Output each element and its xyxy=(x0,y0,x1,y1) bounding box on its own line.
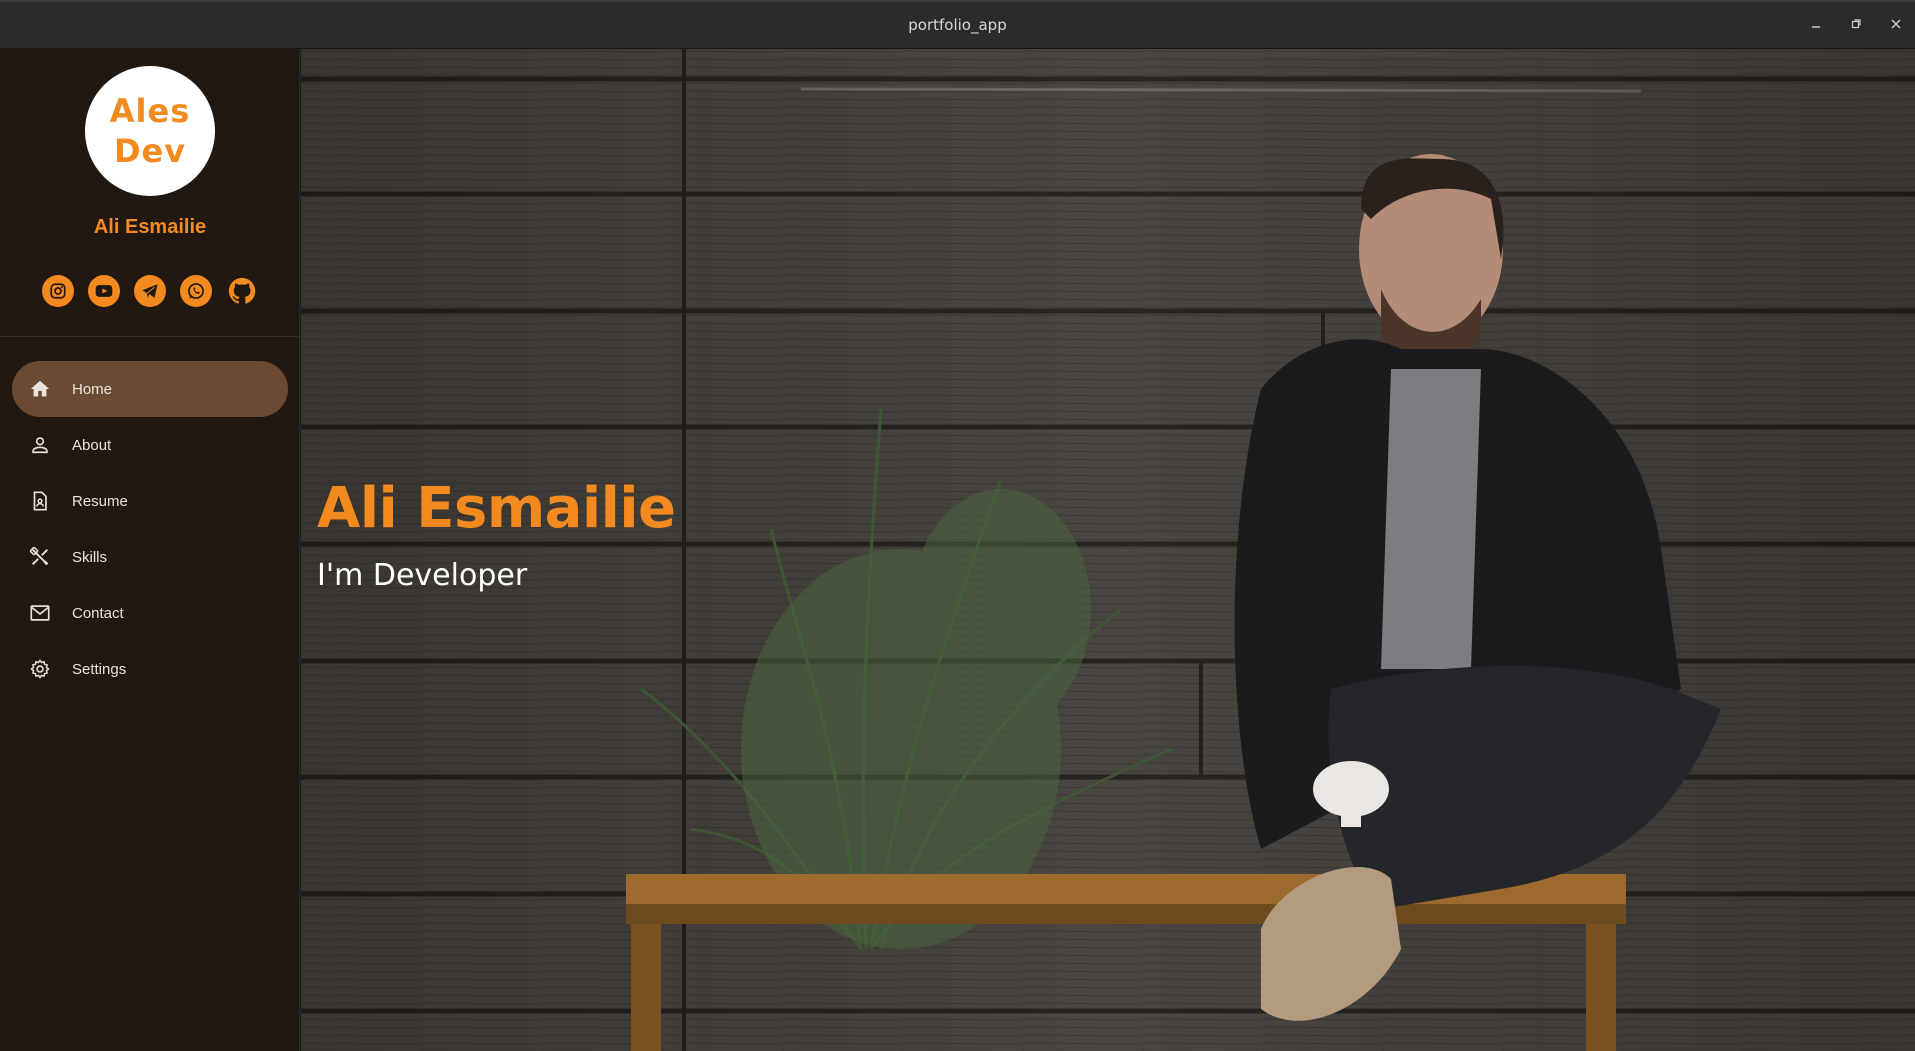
skills-icon xyxy=(28,545,52,569)
nav-item-skills[interactable]: Skills xyxy=(12,529,288,585)
logo[interactable]: Ales Dev xyxy=(85,66,215,196)
close-button[interactable] xyxy=(1885,14,1907,36)
minimize-icon xyxy=(1812,26,1820,28)
nav-item-about[interactable]: About xyxy=(12,417,288,473)
sidebar-divider xyxy=(0,336,300,337)
nav-item-settings[interactable]: Settings xyxy=(12,641,288,697)
nav-label-about: About xyxy=(72,436,112,454)
restore-icon xyxy=(1851,19,1861,29)
window-title: portfolio_app xyxy=(908,16,1007,34)
whatsapp-icon xyxy=(188,283,204,299)
close-icon xyxy=(1891,19,1901,29)
mail-icon xyxy=(28,601,52,625)
youtube-icon xyxy=(95,285,113,297)
hero-subtitle: I'm Developer xyxy=(317,558,528,593)
restore-button[interactable] xyxy=(1845,14,1867,36)
youtube-button[interactable] xyxy=(88,275,120,307)
instagram-button[interactable] xyxy=(42,275,74,307)
social-links xyxy=(42,275,258,307)
gear-icon xyxy=(28,657,52,681)
telegram-button[interactable] xyxy=(134,275,166,307)
github-icon xyxy=(228,277,256,304)
github-button[interactable] xyxy=(226,275,258,307)
resume-icon xyxy=(28,489,52,513)
nav-label-home: Home xyxy=(72,380,113,398)
nav-label-skills: Skills xyxy=(72,548,108,566)
nav-menu: Home About Resume Skills Contact Setting… xyxy=(12,361,288,697)
nav-item-resume[interactable]: Resume xyxy=(12,473,288,529)
nav-label-contact: Contact xyxy=(72,604,124,622)
minimize-button[interactable] xyxy=(1805,14,1827,36)
nav-label-resume: Resume xyxy=(72,492,128,510)
nav-item-home[interactable]: Home xyxy=(12,361,288,417)
whatsapp-button[interactable] xyxy=(180,275,212,307)
nav-label-settings: Settings xyxy=(72,660,127,678)
hero-background-image xyxy=(301,49,1915,1051)
logo-line-2: Dev xyxy=(113,132,187,170)
home-icon xyxy=(28,377,52,401)
person-icon xyxy=(28,433,52,457)
logo-line-1: Ales xyxy=(109,92,191,130)
window-titlebar: portfolio_app xyxy=(0,0,1915,49)
hero-name: Ali Esmailie xyxy=(317,476,676,541)
instagram-icon xyxy=(50,283,66,299)
telegram-icon xyxy=(142,284,158,298)
profile-name: Ali Esmailie xyxy=(93,216,207,238)
hero-section: Ali Esmailie I'm Developer xyxy=(301,49,1915,1051)
nav-item-contact[interactable]: Contact xyxy=(12,585,288,641)
sidebar: Ales Dev Ali Esmailie Home About Resume … xyxy=(0,49,300,1051)
